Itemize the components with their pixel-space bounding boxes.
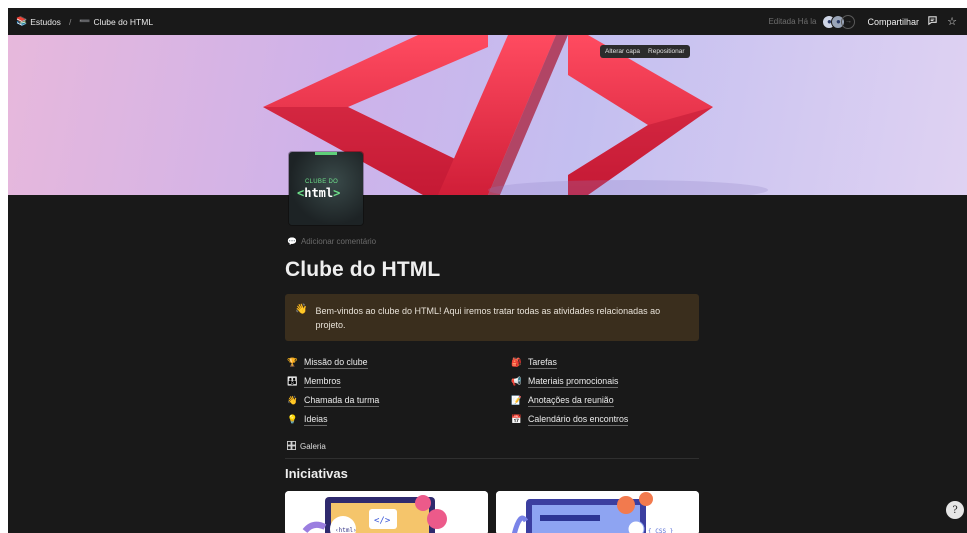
add-comment-button[interactable]: 💬 Adicionar comentário <box>287 237 376 246</box>
topbar-actions: Editada Há la ● ● → Compartilhar ☆ <box>768 14 959 29</box>
page-links: 🏆 Missão do clube 🎒 Tarefas 👪 Membros 📢 Mate… <box>287 356 707 426</box>
backpack-icon: 🎒 <box>511 357 522 367</box>
gallery-card[interactable]: { CSS } <box>496 491 699 533</box>
link-ideias[interactable]: 💡 Ideias <box>287 413 511 426</box>
reposition-button[interactable]: Repositionar <box>646 47 687 56</box>
link-label: Materiais promocionais <box>528 375 619 388</box>
divider <box>285 458 699 459</box>
help-icon[interactable]: ? <box>946 501 964 519</box>
section-title: Iniciativas <box>285 466 348 481</box>
page-title[interactable]: Clube do HTML <box>285 258 440 282</box>
topbar: 📚 Estudos / ➖ Clube do HTML Editada Há l… <box>8 8 967 35</box>
app-window: 📚 Estudos / ➖ Clube do HTML Editada Há l… <box>8 8 967 533</box>
memo-icon: 📝 <box>511 395 522 405</box>
breadcrumb-separator: / <box>68 16 72 27</box>
card-illustration: { CSS } <box>496 491 699 533</box>
callout-text: Bem-vindos ao clube do HTML! Aqui iremos… <box>315 306 661 330</box>
card-illustration: ‹html› </> <box>285 491 488 533</box>
link-label: Membros <box>304 375 341 388</box>
breadcrumb-page[interactable]: Clube do HTML <box>94 17 154 27</box>
icon-small-text: CLUBE DO <box>305 179 339 185</box>
cover-actions: Alterar capa Repositionar <box>600 45 690 58</box>
link-chamada[interactable]: 👋 Chamada da turma <box>287 394 511 407</box>
books-icon: 📚 <box>16 16 28 26</box>
lightbulb-icon: 💡 <box>287 414 298 424</box>
cover-image[interactable]: Alterar capa Repositionar <box>8 35 967 195</box>
trophy-icon: 🏆 <box>287 357 298 367</box>
edited-status: Editada Há la <box>768 17 817 26</box>
link-materiais[interactable]: 📢 Materiais promocionais <box>511 375 707 388</box>
change-cover-button[interactable]: Alterar capa <box>603 47 642 56</box>
megaphone-icon: 📢 <box>511 376 522 386</box>
breadcrumb: 📚 Estudos / ➖ Clube do HTML <box>16 16 153 27</box>
code-symbol-illustration <box>263 35 768 195</box>
callout[interactable]: 👋 Bem-vindos ao clube do HTML! Aqui irem… <box>285 294 699 341</box>
link-label: Calendário dos encontros <box>528 413 629 426</box>
svg-text:{ CSS }: { CSS } <box>648 528 673 533</box>
gallery-tab-label: Galeria <box>300 442 326 451</box>
icon-bracket-right: > <box>333 186 341 200</box>
more-avatars-icon[interactable]: → <box>841 14 856 29</box>
link-membros[interactable]: 👪 Membros <box>287 375 511 388</box>
share-button[interactable]: Compartilhar <box>867 17 919 27</box>
star-icon[interactable]: ☆ <box>945 15 959 28</box>
link-label: Tarefas <box>528 356 557 369</box>
comment-icon: 💬 <box>287 237 297 246</box>
gallery-card[interactable]: ‹html› </> <box>285 491 488 533</box>
page-icon[interactable]: CLUBE DO <html> <box>289 152 363 225</box>
svg-text:‹html›: ‹html› <box>335 527 357 533</box>
hand-wave-icon: 👋 <box>287 395 298 405</box>
link-tarefas[interactable]: 🎒 Tarefas <box>511 356 707 369</box>
icon-word: html <box>304 186 334 200</box>
link-label: Ideias <box>304 413 328 426</box>
add-comment-label: Adicionar comentário <box>300 237 377 246</box>
calendar-icon: 📅 <box>511 414 522 424</box>
link-missao[interactable]: 🏆 Missão do clube <box>287 356 511 369</box>
page-small-icon: ➖ <box>79 16 91 26</box>
link-label: Missão do clube <box>304 356 368 369</box>
grid-icon <box>287 441 296 452</box>
link-label: Chamada da turma <box>304 394 380 407</box>
comments-icon[interactable] <box>925 15 939 29</box>
link-anotacoes[interactable]: 📝 Anotações da reunião <box>511 394 707 407</box>
hand-wave-icon: 👋 <box>295 304 308 315</box>
icon-big-text: <html> <box>297 186 340 200</box>
link-label: Anotações da reunião <box>528 394 614 407</box>
icon-accent-bar <box>315 152 337 155</box>
gallery-view-tab[interactable]: Galeria <box>287 441 326 452</box>
collaborator-avatars[interactable]: ● ● → <box>822 14 856 29</box>
svg-text:</>: </> <box>374 516 391 526</box>
breadcrumb-root[interactable]: Estudos <box>30 17 61 27</box>
link-calendario[interactable]: 📅 Calendário dos encontros <box>511 413 707 426</box>
family-icon: 👪 <box>287 376 298 386</box>
